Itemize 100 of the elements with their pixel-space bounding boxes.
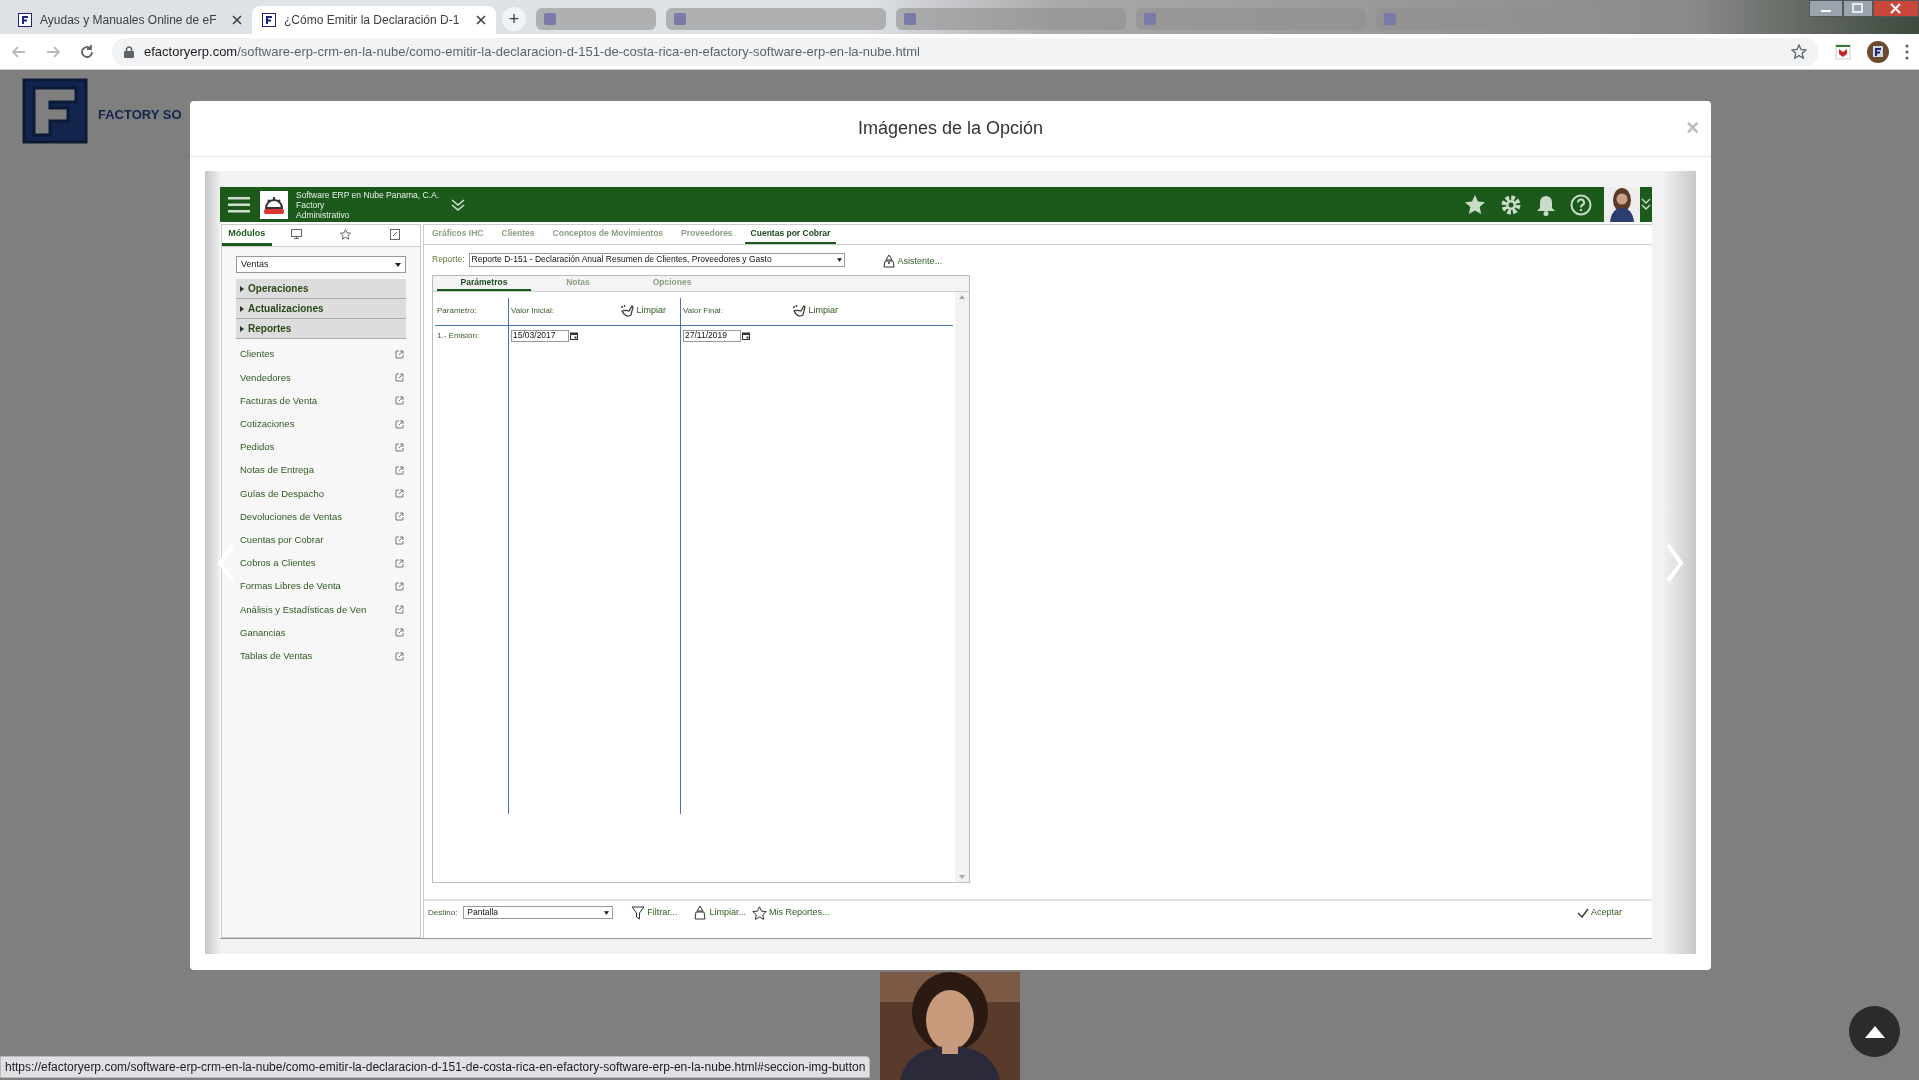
sidebar-link[interactable]: Guías de Despacho <box>240 486 324 501</box>
sidebar-link[interactable]: Formas Libres de Venta <box>240 579 341 594</box>
footer-button[interactable]: Aceptar <box>1576 905 1622 920</box>
extension-icon[interactable] <box>1835 43 1851 60</box>
star-icon <box>751 905 767 920</box>
caret-up-icon <box>1864 1025 1885 1038</box>
reload-icon[interactable] <box>78 42 96 61</box>
sidebar-link[interactable]: Análisis y Estadísticas de Ven <box>240 602 367 617</box>
menu-group[interactable]: Actualizaciones <box>236 299 406 319</box>
footer-button[interactable]: Mis Reportes... <box>751 905 830 920</box>
date-field[interactable]: 15/03/2017 <box>511 329 569 342</box>
sidebar-link[interactable]: Cuentas por Cobrar <box>240 532 324 548</box>
external-link-icon[interactable] <box>395 651 404 661</box>
date-field[interactable]: 27/11/2019 <box>683 329 741 342</box>
user-role: Administrativo <box>296 209 351 220</box>
close-window-icon[interactable] <box>1873 0 1919 17</box>
sidebar-link[interactable]: Notas de Entrega <box>240 463 314 478</box>
restore-icon[interactable] <box>1843 0 1873 17</box>
status-url: https://efactoryerp.com/software-erp-crm-en-la-nube/como-emitir-la-declaracion-d-151-de-costa-rica-en-efactory-software-erp-en-la-nube.html#seccion-img-button <box>0 1056 871 1078</box>
destination-label: Destino: <box>428 906 458 919</box>
external-link-icon[interactable] <box>395 419 404 429</box>
company-name: Software ERP en Nube Panama, C.A. <box>296 189 439 200</box>
sidebar-link[interactable]: Cotizaciones <box>240 417 295 432</box>
parameter-name: 1.- Emisión: <box>437 329 481 342</box>
logo-icon[interactable] <box>22 78 88 144</box>
check-icon <box>1576 907 1589 918</box>
dropdown-caret-icon <box>395 262 401 267</box>
tab-title: ¿Cómo Emitir la Declaración D-1 <box>284 12 461 29</box>
menu-group[interactable]: Reportes <box>236 319 406 339</box>
clear-button[interactable]: Limpiar <box>620 304 666 318</box>
menu-icon[interactable] <box>228 196 250 213</box>
minimize-icon[interactable] <box>1809 0 1843 17</box>
report-select[interactable]: Reporte D-151 - Declaración Anual Resumen de Clientes, Proveedores y Gasto <box>468 252 845 267</box>
sub-tab[interactable]: Parámetros <box>437 275 531 291</box>
caret-right-icon <box>240 285 244 292</box>
column-header: Parámetro: <box>437 305 477 317</box>
close-icon[interactable] <box>476 15 486 25</box>
caret-right-icon <box>240 325 244 332</box>
destination-select[interactable]: Pantalla <box>463 906 614 919</box>
external-link-icon[interactable] <box>395 466 404 476</box>
caret-right-icon <box>240 305 244 312</box>
menu-group[interactable]: Operaciones <box>236 279 406 299</box>
external-link-icon[interactable] <box>395 581 404 591</box>
external-link-icon[interactable] <box>395 535 404 545</box>
favicon-icon <box>262 13 276 27</box>
external-link-icon[interactable] <box>395 373 404 383</box>
user-name: Factory <box>296 199 326 210</box>
settings-icon[interactable] <box>1500 193 1522 216</box>
sidebar-link[interactable]: Pedidos <box>240 440 275 455</box>
company-logo-icon[interactable] <box>260 190 288 219</box>
sidebar-link[interactable]: Vendedores <box>240 370 291 385</box>
more-icon[interactable] <box>1905 43 1909 60</box>
external-link-icon[interactable] <box>395 396 404 406</box>
sidebar-link[interactable]: Ganancias <box>240 625 286 640</box>
sidebar-link[interactable]: Clientes <box>240 347 275 362</box>
external-link-icon[interactable] <box>395 512 404 522</box>
external-link-icon[interactable] <box>395 489 404 499</box>
brand-name: FACTORY SO <box>98 106 182 125</box>
sidebar-link[interactable]: Facturas de Venta <box>240 393 318 409</box>
tab-title: Ayudas y Manuales Online de eF <box>40 12 218 29</box>
notification-bell-icon[interactable] <box>1536 193 1556 216</box>
broom-icon <box>620 304 635 318</box>
external-link-icon[interactable] <box>395 442 404 452</box>
help-icon[interactable] <box>1570 193 1592 216</box>
module-tab[interactable]: Cuentas por Cobrar <box>744 225 837 244</box>
calendar-icon[interactable] <box>742 331 750 340</box>
dropdown-caret-icon <box>836 257 842 262</box>
external-link-icon[interactable] <box>395 350 404 360</box>
bookmark-star-icon[interactable] <box>1791 43 1807 60</box>
sidebar-link[interactable]: Tablas de Ventas <box>240 648 313 664</box>
browser-tab[interactable]: ¿Cómo Emitir la Declaración D-1 <box>252 6 496 34</box>
address-bar[interactable]: efactoryerp.com/software-erp-crm-en-la-nube/como-emitir-la-declaracion-d-151-de-costa-rica-en-efactory-software-erp-en-la-nube.html <box>112 37 1819 66</box>
external-link-icon[interactable] <box>395 628 404 638</box>
favicon-icon <box>18 13 32 27</box>
lock-icon <box>124 45 134 58</box>
close-icon[interactable] <box>232 15 242 25</box>
module-select[interactable]: Ventas <box>236 256 406 273</box>
column-header: Valor Inicial: <box>511 305 554 317</box>
url-text: efactoryerp.com/software-erp-crm-en-la-nube/como-emitir-la-declaracion-d-151-de-costa-rica-en-efactory-software-erp-en-la-nube.html <box>144 42 921 61</box>
clear-button[interactable]: Limpiar <box>792 304 838 318</box>
external-link-icon[interactable] <box>395 558 404 568</box>
expand-icon[interactable] <box>451 198 465 211</box>
scroll-top-button[interactable] <box>1849 1006 1900 1057</box>
external-link-icon[interactable] <box>395 605 404 615</box>
calendar-icon[interactable] <box>570 331 578 340</box>
note-icon <box>390 228 401 240</box>
profile-icon[interactable] <box>1867 40 1889 63</box>
dropdown-caret-icon <box>604 910 610 915</box>
column-header: Valor Final: <box>683 305 723 317</box>
wizard-button[interactable]: Asistente... <box>882 255 943 269</box>
new-tab-button[interactable]: + <box>502 7 526 31</box>
modal-title: Imágenes de la Opción <box>857 117 1044 140</box>
favorites-star-icon[interactable] <box>1464 193 1486 216</box>
avatar-icon[interactable] <box>1604 187 1640 222</box>
footer-button[interactable]: Limpiar... <box>693 905 746 920</box>
sidebar-link[interactable]: Cobros a Clientes <box>240 556 316 571</box>
sidebar-link[interactable]: Devoluciones de Ventas <box>240 509 342 525</box>
footer-button[interactable]: Filtrar... <box>631 905 678 920</box>
monitor-icon <box>290 229 302 239</box>
star-icon <box>340 228 352 240</box>
